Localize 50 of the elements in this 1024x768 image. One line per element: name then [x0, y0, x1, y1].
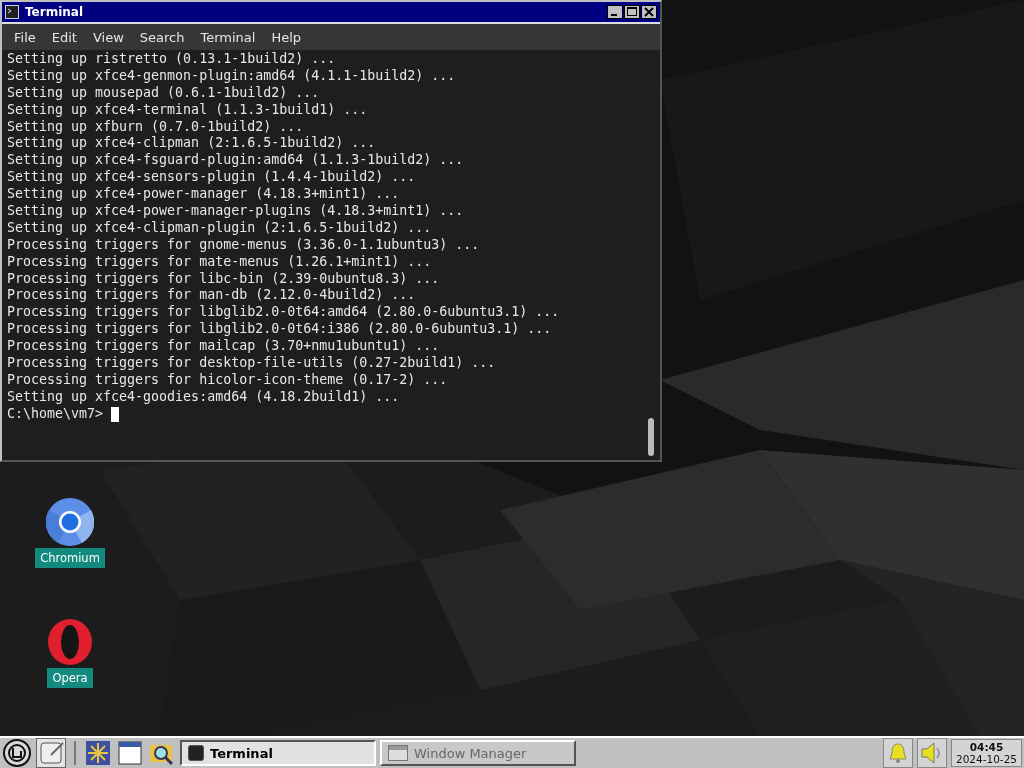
- output-line: Setting up mousepad (0.6.1-1build2) ...: [7, 84, 321, 102]
- output-line: Processing triggers for man-db (2.12.0-4build2) ...: [7, 287, 417, 305]
- prompt-text: C:\home\vm7>: [7, 405, 104, 423]
- menu-item[interactable]: Help: [263, 29, 310, 45]
- output-line: Setting up xfce4-power-manager (4.18.3+mint1) ...: [7, 186, 401, 203]
- output-line: Processing triggers for hicolor-icon-theme (0.17-2) ...: [7, 371, 449, 389]
- window-icon[interactable]: [116, 739, 144, 767]
- output-line: Setting up xfce4-fsguard-plugin:amd64 (1.1.3-1build2) ...: [7, 152, 465, 170]
- output-line: Setting up xfce4-terminal (1.1.3-1build1) ...: [7, 101, 369, 119]
- notepad-icon[interactable]: [36, 738, 66, 768]
- output-line: Setting up xfce4-clipman (2:1.6.5-1build2) ...: [7, 135, 377, 153]
- menu-item[interactable]: Search: [131, 29, 193, 45]
- star-grid-icon[interactable]: [84, 739, 112, 767]
- output-line: Setting up ristretto (0.13.1-1build2) ...: [7, 51, 337, 68]
- output-line: Processing triggers for mate-menus (1.26.1+mint1) ...: [7, 253, 433, 271]
- maximize-button[interactable]: [624, 5, 640, 19]
- output-line: Setting up xfburn (0.7.0-1build2) ...: [7, 118, 305, 136]
- clock-time: 04:45: [969, 741, 1004, 753]
- menu-item[interactable]: View: [84, 29, 132, 45]
- output-line: Setting up xfce4-genmon-plugin:amd64 (4.1.1-1build2) ...: [7, 67, 457, 85]
- menu-item[interactable]: Terminal: [192, 29, 264, 45]
- icon-label[interactable]: Chromium: [35, 548, 105, 568]
- minimize-button[interactable]: [607, 5, 623, 19]
- window-title: Terminal: [25, 5, 85, 19]
- output-line: Setting up xfce4-goodies:amd64 (4.18.2build1) ...: [7, 388, 401, 406]
- ring-icon[interactable]: [46, 498, 94, 546]
- task-button[interactable]: Terminal: [180, 740, 376, 766]
- scrollbar-thumb[interactable]: [648, 418, 654, 456]
- output-line: Processing triggers for libglib2.0-0t64:i386 (2.80.0-6ubuntu3.1) ...: [7, 321, 553, 339]
- menu-item[interactable]: Edit: [43, 29, 85, 45]
- output-line: Processing triggers for libglib2.0-0t64:amd64 (2.80.0-6ubuntu3.1) ...: [7, 304, 561, 322]
- menu-item[interactable]: File: [6, 29, 44, 45]
- clock[interactable]: 04:45 2024-10-25: [950, 739, 1022, 767]
- speaker-icon[interactable]: [916, 738, 947, 768]
- output-line: Processing triggers for desktop-file-utils (0.27-2build1) ...: [7, 355, 497, 372]
- close-button[interactable]: [641, 5, 657, 19]
- bell-icon[interactable]: [882, 738, 913, 768]
- output-line: Processing triggers for mailcap (3.70+nmu1ubuntu1) ...: [7, 338, 441, 356]
- text-cursor: [111, 406, 120, 422]
- window-icon: [388, 745, 408, 761]
- output-line: Processing triggers for libc-bin (2.39-0ubuntu8.3) ...: [7, 270, 441, 288]
- output-line: Setting up xfce4-clipman-plugin (2:1.6.5-1build2) ...: [7, 219, 433, 237]
- clock-date: 2024-10-25: [955, 753, 1017, 765]
- o-ring-icon[interactable]: [46, 618, 94, 666]
- output-line: Setting up xfce4-power-manager-plugins (4.18.3+mint1) ...: [7, 203, 465, 220]
- output-line: Processing triggers for gnome-menus (3.36.0-1.1ubuntu3) ...: [7, 236, 481, 254]
- task-button[interactable]: Window Manager: [380, 740, 576, 766]
- icon-label[interactable]: Opera: [47, 668, 93, 688]
- start-menu-button[interactable]: [2, 738, 32, 768]
- output-line: Setting up xfce4-sensors-plugin (1.4.4-1build2) ...: [7, 169, 417, 187]
